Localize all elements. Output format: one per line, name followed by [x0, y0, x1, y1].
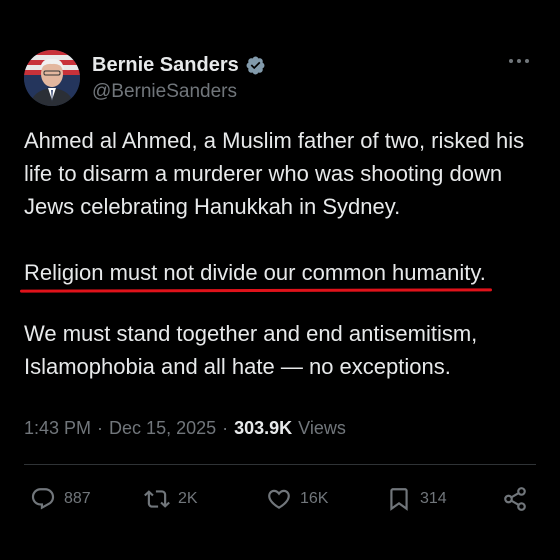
share-icon [504, 487, 526, 511]
views-label: Views [298, 418, 346, 438]
divider [24, 464, 536, 465]
tweet-paragraph-2-text: Religion must not divide our common huma… [24, 260, 486, 285]
author-handle[interactable]: @BernieSanders [92, 80, 266, 104]
tweet-date[interactable]: Dec 15, 2025 [109, 418, 216, 439]
tweet-paragraph-3: We must stand together and end antisemit… [24, 321, 478, 379]
meta-separator: · [97, 418, 104, 438]
repost-icon [144, 490, 170, 508]
tweet-header: Bernie Sanders @BernieSanders [24, 50, 536, 108]
like-count: 16K [300, 490, 329, 507]
reply-count: 887 [64, 490, 91, 507]
avatar-photo [24, 50, 80, 106]
share-button[interactable] [502, 480, 528, 518]
tweet-time[interactable]: 1:43 PM [24, 418, 91, 439]
tweet-paragraph-1: Ahmed al Ahmed, a Muslim father of two, … [24, 128, 525, 219]
like-button[interactable]: 16K [266, 480, 328, 518]
bookmark-count: 314 [420, 490, 447, 507]
repost-button[interactable]: 2K [144, 480, 198, 518]
verified-badge-icon [246, 56, 265, 74]
heart-icon [268, 489, 290, 509]
more-options-icon[interactable] [508, 54, 530, 68]
action-bar: 887 2K 16K 314 [24, 480, 536, 518]
meta-separator: · [222, 418, 229, 438]
red-underline-annotation [19, 288, 492, 293]
tweet-text: Ahmed al Ahmed, a Muslim father of two, … [19, 124, 544, 383]
bookmark-button[interactable]: 314 [386, 480, 447, 518]
avatar[interactable] [24, 50, 80, 106]
reply-button[interactable]: 887 [30, 480, 91, 518]
bookmark-icon [390, 488, 408, 511]
tweet-paragraph-2: Religion must not divide our common huma… [19, 256, 492, 293]
tweet-meta: 1:43 PM · Dec 15, 2025 · 303.9K Views [24, 418, 346, 439]
reply-icon [31, 488, 55, 510]
display-name[interactable]: Bernie Sanders [92, 53, 239, 77]
views-count: 303.9K [234, 418, 293, 438]
repost-count: 2K [178, 490, 198, 507]
author-names: Bernie Sanders @BernieSanders [92, 53, 266, 104]
